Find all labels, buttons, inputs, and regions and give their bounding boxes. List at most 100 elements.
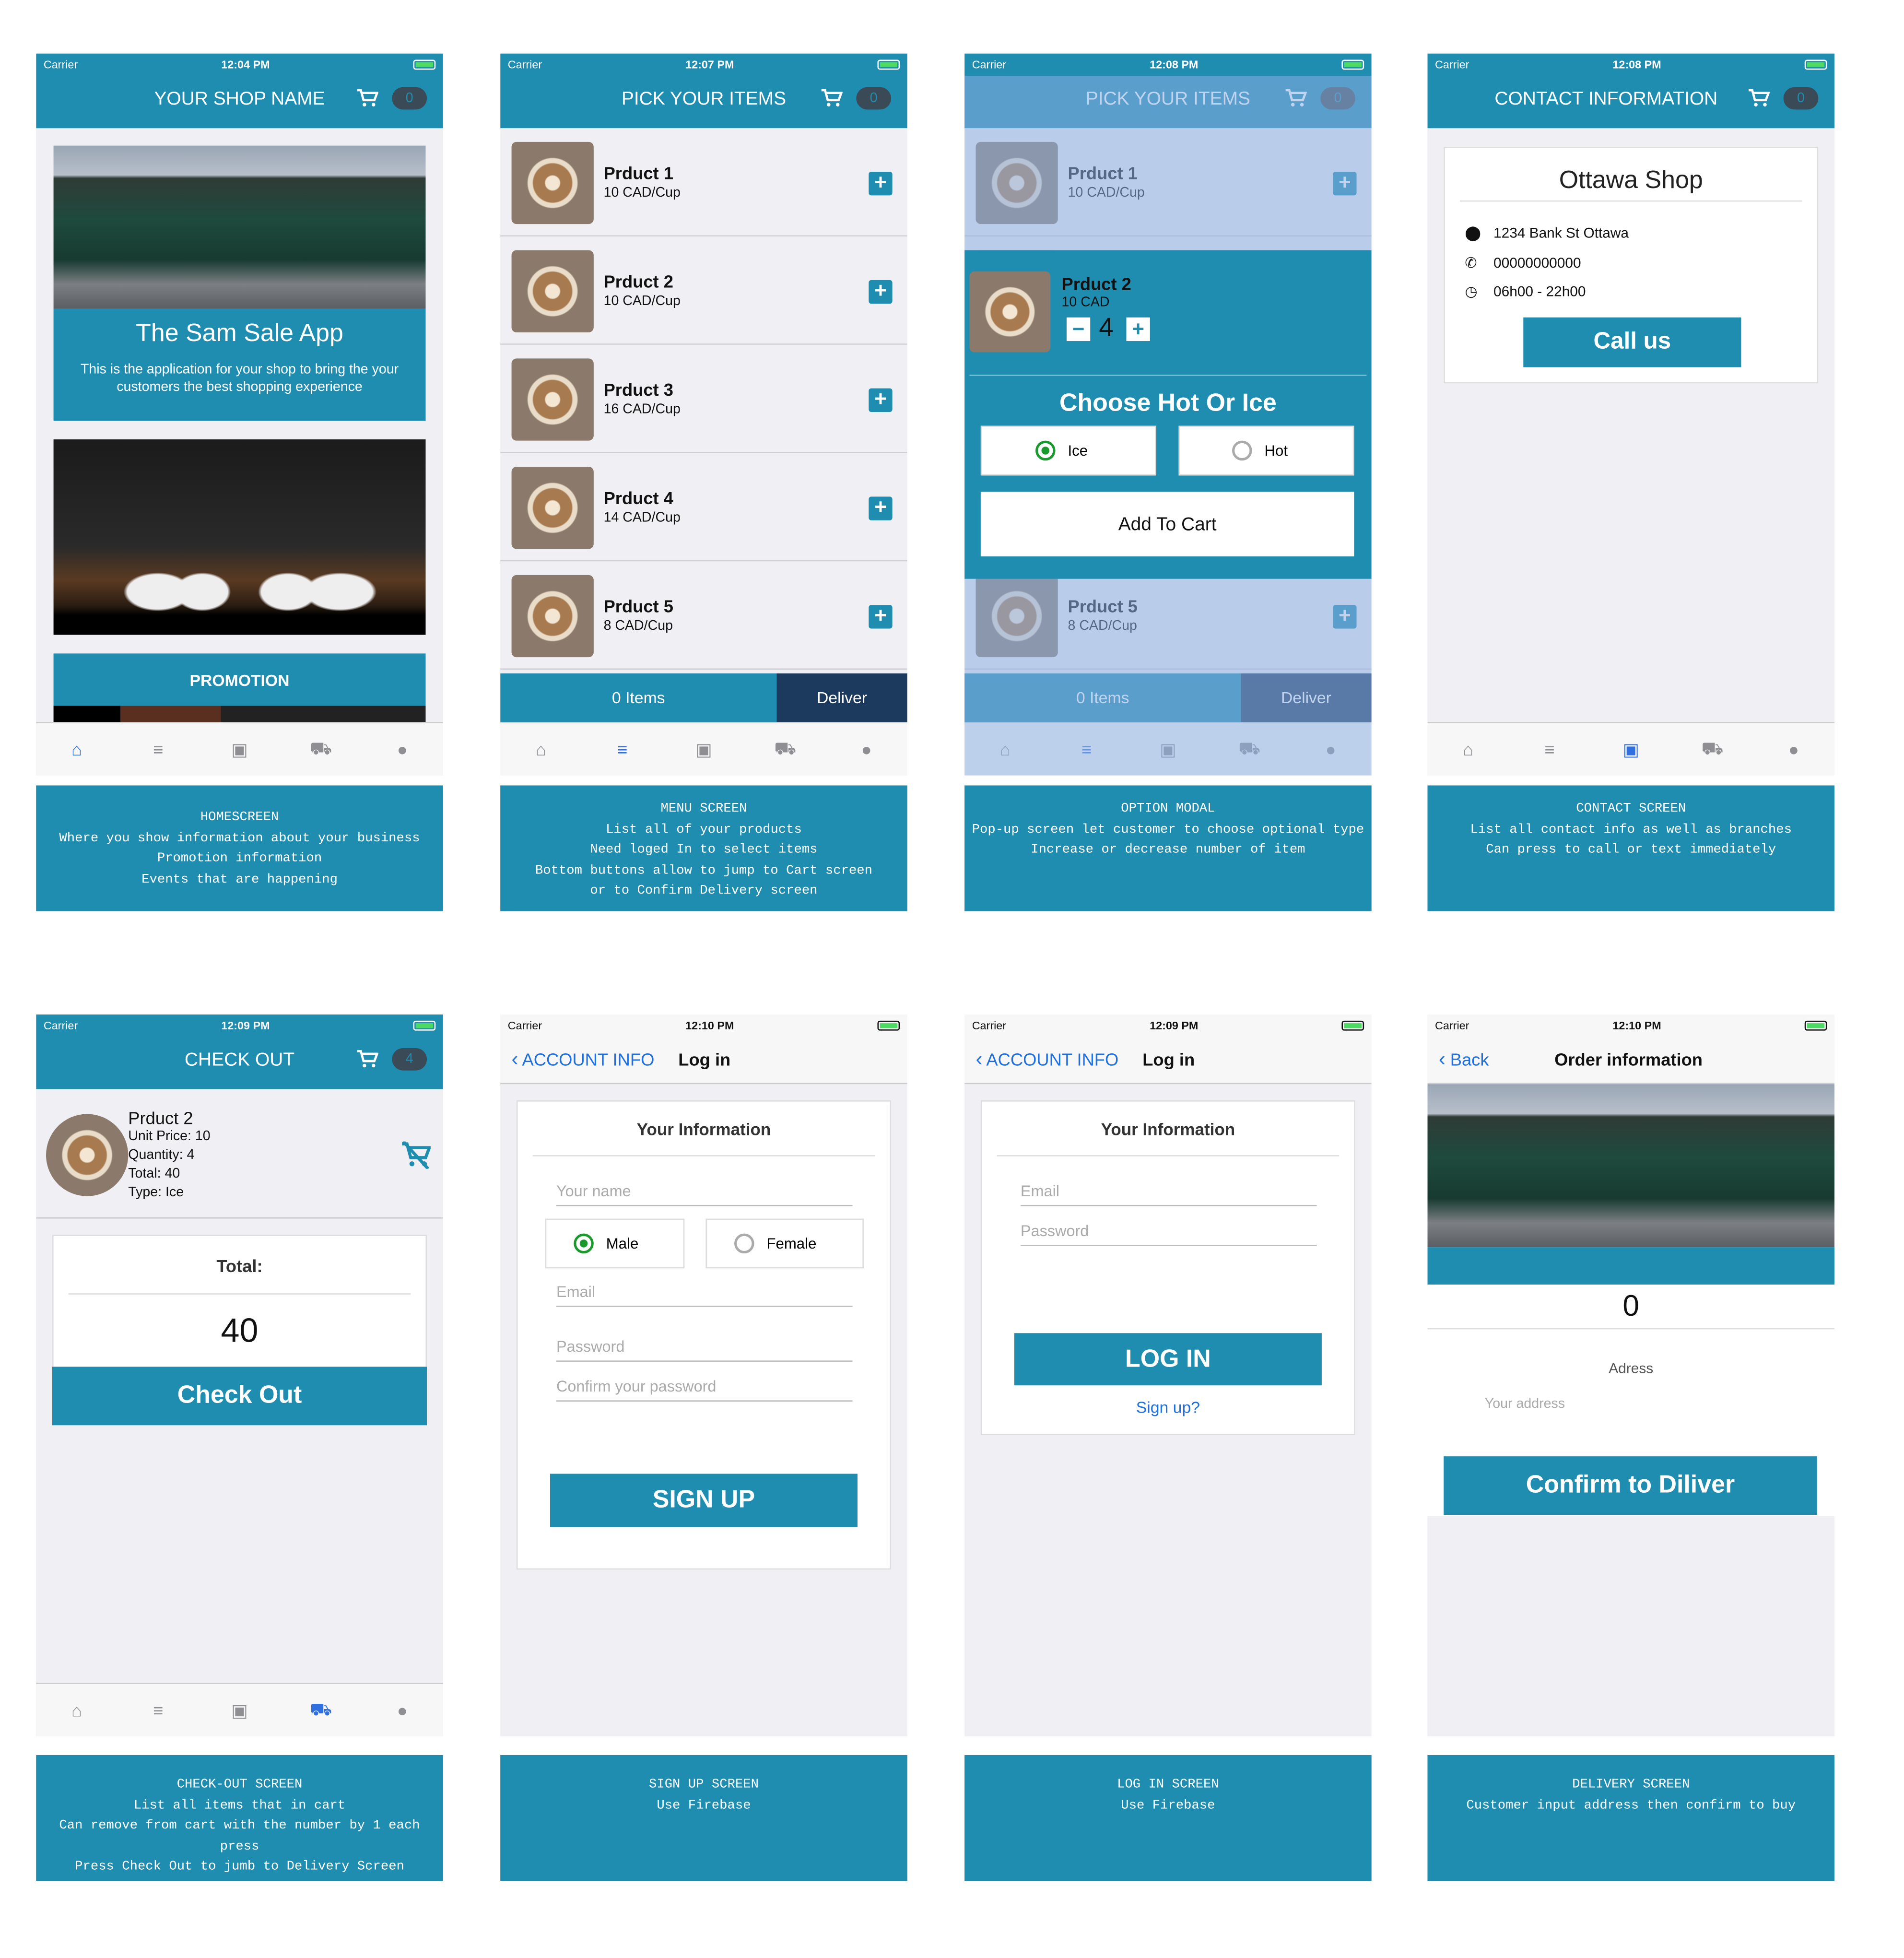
add-item-plus-icon[interactable]: + (869, 388, 893, 412)
add-item-plus-icon[interactable]: + (869, 280, 893, 304)
phone-row[interactable]: ✆ 00000000000 (1465, 249, 1629, 279)
battery-icon (1804, 1020, 1827, 1031)
option-modal-screen: Carrier12:08 PM PICK YOUR ITEMS 0 Prduct… (964, 53, 1372, 776)
time: 12:09 PM (221, 1019, 270, 1032)
password-input[interactable]: Password (556, 1338, 853, 1362)
time: 12:10 PM (685, 1019, 734, 1032)
total-label: Total: (216, 1256, 263, 1276)
login-card: Your Information Email Password LOG IN S… (980, 1100, 1355, 1436)
product-row[interactable]: Prduct 1 10 CAD/Cup + (500, 128, 907, 237)
nav-title: Log in (678, 1049, 731, 1070)
option-label: Hot (1264, 442, 1288, 460)
call-us-button[interactable]: Call us (1523, 317, 1741, 367)
radio-selected-icon (574, 1233, 594, 1254)
ice-option[interactable]: Ice (980, 425, 1156, 476)
tab-menu-icon[interactable]: ≡ (1537, 737, 1562, 762)
tab-account-icon[interactable]: ● (390, 737, 415, 762)
back-button[interactable]: ‹ ACCOUNT INFO (976, 1050, 1118, 1072)
add-item-plus-icon[interactable]: + (869, 604, 893, 629)
tab-contact-icon[interactable]: ▣ (227, 737, 252, 762)
product-row[interactable]: Prduct 2 10 CAD/Cup + (500, 236, 907, 345)
confirm-password-input[interactable]: Confirm your password (556, 1378, 853, 1402)
status-bar: Carrier 12:09 PM (964, 1014, 1372, 1037)
tab-contact-icon[interactable]: ▣ (691, 737, 716, 762)
tab-home-icon[interactable]: ⌂ (1456, 737, 1481, 762)
tab-home-icon[interactable]: ⌂ (64, 1698, 89, 1723)
tab-menu-icon[interactable]: ≡ (146, 737, 171, 762)
battery-icon (1341, 59, 1364, 70)
back-button[interactable]: ‹ ACCOUNT INFO (512, 1050, 655, 1072)
remove-from-cart-icon[interactable] (401, 1141, 431, 1169)
tab-bar: ⌂ ≡ ▣ ⛟ ● (36, 1683, 443, 1737)
password-input[interactable]: Password (1020, 1222, 1317, 1246)
add-item-plus-icon[interactable]: + (869, 171, 893, 196)
cart-icon[interactable] (356, 1050, 378, 1070)
product-row[interactable]: Prduct 5 8 CAD/Cup + (500, 561, 907, 670)
tab-contact-icon[interactable]: ▣ (1619, 737, 1644, 762)
tab-cart-icon[interactable]: ⛟ (1700, 737, 1725, 762)
male-option[interactable]: Male (545, 1218, 685, 1269)
cart-icon[interactable] (1747, 88, 1770, 108)
tab-home-icon[interactable]: ⌂ (529, 737, 553, 762)
check-out-button[interactable]: Check Out (52, 1367, 427, 1426)
time: 12:07 PM (685, 58, 734, 71)
items-count-button[interactable]: 0 Items (500, 673, 777, 722)
quantity: Quantity: 4 (128, 1147, 195, 1163)
product-price: 16 CAD/Cup (603, 402, 681, 417)
promotion-button[interactable]: PROMOTION (53, 653, 426, 706)
contact-screen: Carrier 12:08 PM CONTACT INFORMATION 0 Ot… (1427, 53, 1835, 776)
email-input[interactable]: Email (556, 1283, 853, 1307)
tab-account-icon[interactable]: ● (854, 737, 879, 762)
chevron-left-icon: ‹ (976, 1049, 983, 1071)
nav-bar: Carrier 12:10 PM ‹ ACCOUNT INFO Log in (500, 1014, 907, 1085)
battery-icon (413, 59, 436, 70)
deliver-button[interactable]: Deliver (776, 673, 907, 722)
add-to-cart-button[interactable]: Add To Cart (980, 492, 1354, 556)
add-item-plus-icon[interactable]: + (869, 496, 893, 520)
tab-home-icon[interactable]: ⌂ (64, 737, 89, 762)
back-button[interactable]: ‹ Back (1439, 1050, 1489, 1072)
female-option[interactable]: Female (705, 1218, 864, 1269)
tab-menu-icon[interactable]: ≡ (610, 737, 635, 762)
item-total: Total: 40 (128, 1166, 180, 1181)
tab-cart-icon[interactable]: ⛟ (308, 1698, 333, 1723)
time: 12:08 PM (1150, 58, 1199, 71)
back-label: Back (1450, 1049, 1489, 1070)
tab-menu-icon[interactable]: ≡ (146, 1698, 171, 1723)
tab-cart-icon[interactable]: ⛟ (308, 737, 333, 762)
decrease-button[interactable]: − (1066, 317, 1091, 342)
tab-contact-icon[interactable]: ▣ (227, 1698, 252, 1723)
divider (969, 375, 1367, 376)
cart-icon[interactable] (356, 88, 378, 108)
name-input[interactable]: Your name (556, 1182, 853, 1206)
caption-login: LOG IN SCREEN Use Firebase (964, 1755, 1372, 1881)
product-image (46, 1114, 129, 1196)
address-row[interactable]: ⬤ 1234 Bank St Ottawa (1465, 220, 1629, 249)
shop-card: Ottawa Shop ⬤ 1234 Bank St Ottawa ✆ 000000… (1444, 147, 1819, 384)
address-input[interactable]: Your address (1485, 1397, 1834, 1412)
sign-up-link[interactable]: Sign up? (982, 1398, 1354, 1416)
product-name: Prduct 5 (603, 596, 673, 616)
battery-icon (1804, 59, 1827, 70)
cart-icon[interactable] (820, 88, 843, 108)
location-pin-icon: ⬤ (1465, 226, 1481, 242)
carrier: Carrier (507, 1019, 542, 1032)
radio-selected-icon (1035, 440, 1056, 461)
hot-option[interactable]: Hot (1178, 425, 1354, 476)
status-bar: Carrier 12:09 PM (36, 1014, 443, 1037)
tab-bar: ⌂ ≡ ▣ ⛟ ● (36, 722, 443, 776)
increase-button[interactable]: + (1126, 317, 1150, 342)
email-input[interactable]: Email (1020, 1182, 1317, 1206)
confirm-deliver-button[interactable]: Confirm to Diliver (1444, 1456, 1817, 1515)
tab-cart-icon[interactable]: ⛟ (773, 737, 798, 762)
tab-account-icon[interactable]: ● (390, 1698, 415, 1723)
battery-icon (1341, 1020, 1364, 1031)
sign-up-button[interactable]: SIGN UP (550, 1474, 858, 1528)
product-price: 8 CAD/Cup (603, 618, 673, 634)
coffee-pour-image (53, 439, 426, 635)
product-row[interactable]: Prduct 4 14 CAD/Cup + (500, 453, 907, 562)
caption-option-modal: OPTION MODAL Pop-up screen let customer … (964, 785, 1372, 911)
product-row[interactable]: Prduct 3 16 CAD/Cup + (500, 344, 907, 453)
tab-account-icon[interactable]: ● (1781, 737, 1806, 762)
log-in-button[interactable]: LOG IN (1014, 1333, 1322, 1386)
